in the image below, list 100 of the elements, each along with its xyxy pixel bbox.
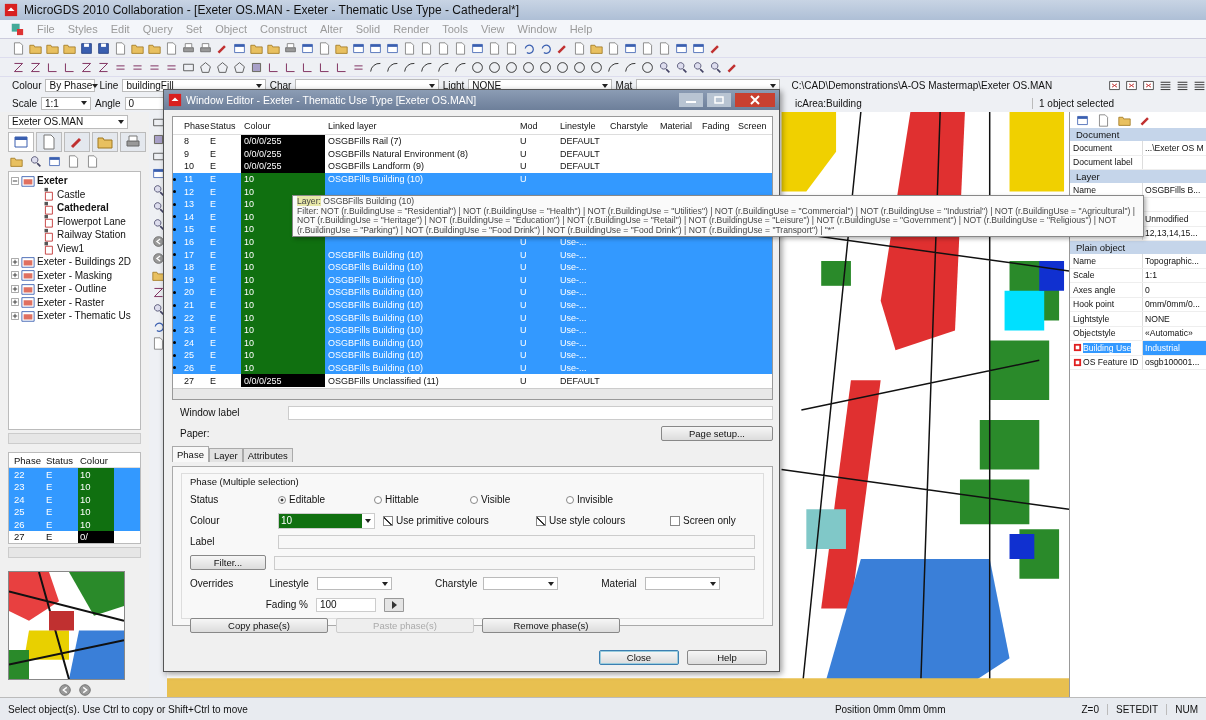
table-cell-text: 10 <box>183 160 195 173</box>
table-cell: Use-... <box>560 287 587 298</box>
table-cell-text: 23 <box>13 481 26 493</box>
table-cell-text: 16 <box>183 236 195 249</box>
table-cell-text: E <box>209 160 217 173</box>
property-value: 0 <box>1145 284 1150 295</box>
table-cell-text: 12 <box>183 185 195 198</box>
table-cell: U <box>520 262 527 273</box>
table-cell-text: E <box>45 481 54 493</box>
table-cell-text: 22 <box>13 468 26 480</box>
table-cell-text: 17 <box>183 248 195 261</box>
table-cell-text: E <box>209 336 217 350</box>
table-cell: 10 <box>241 349 325 362</box>
property-value: ...\Exeter OS M <box>1145 142 1204 153</box>
table-cell: DEFAULT <box>560 375 600 386</box>
property-value: Unmodified <box>1145 213 1189 224</box>
table-cell-text: E <box>209 210 217 224</box>
table-cell: DEFAULT <box>560 148 600 159</box>
table-cell-text: 8 <box>183 135 190 148</box>
scale-label: Scale <box>12 97 37 109</box>
overrides-label: Overrides <box>190 578 235 589</box>
table-cell-text: E <box>209 147 217 161</box>
table-cell: 10 <box>78 518 114 531</box>
table-cell: 10 <box>78 493 114 506</box>
table-cell: U <box>520 287 527 298</box>
table-cell: OSGBFills Building (10) <box>328 325 424 336</box>
table-cell: Use-... <box>560 262 587 273</box>
table-cell-text: E <box>209 311 217 324</box>
table-cell: OSGBFills Building (10) <box>328 337 424 348</box>
status-label: Status <box>190 494 220 505</box>
property-value: NONE <box>1145 313 1170 324</box>
table-cell-text: 20 <box>183 286 195 299</box>
table-cell: 0/0/0/255 <box>241 374 325 387</box>
mat-label: Mat <box>615 80 633 91</box>
colour-label: Colour <box>190 515 221 526</box>
table-cell-text: 14 <box>183 210 195 224</box>
mode-indicator: SETEDIT <box>1107 703 1167 715</box>
table-cell-text: E <box>209 198 217 211</box>
property-value: «Automatic» <box>1145 328 1193 339</box>
table-cell-text: E <box>209 299 217 312</box>
table-cell: 10 <box>241 286 325 299</box>
table-cell-text: 26 <box>13 518 26 530</box>
table-cell: U <box>520 375 527 386</box>
table-cell: OSGBFills Rail (7) <box>328 136 402 147</box>
table-cell-text: E <box>209 374 217 387</box>
property-value: osgb100001... <box>1145 357 1200 368</box>
table-cell: OSGBFills Building (10) <box>328 363 424 373</box>
table-cell: 0/0/0/255 <box>241 135 325 148</box>
property-value: Industrial <box>1145 342 1180 353</box>
table-cell: OSGBFills Building (10) <box>328 300 424 310</box>
table-cell: U <box>520 174 527 185</box>
table-cell-text: E <box>45 518 54 530</box>
override-label: Material <box>601 578 637 589</box>
file-path: C:\CAD\Demonstrations\A-OS Mastermap\Exeter OS.MAN <box>791 80 1054 91</box>
table-cell: 10 <box>241 185 325 198</box>
table-cell-text: E <box>209 236 217 249</box>
table-cell: OSGBFills Building (10) <box>328 174 424 185</box>
table-cell-text: 23 <box>183 324 195 337</box>
table-cell-text: 15 <box>183 223 195 236</box>
table-cell: Use-... <box>560 274 587 285</box>
colour-label: Colour <box>12 80 42 91</box>
window-title: MicroGDS 2010 Collaboration - [Exeter OS.MAN - Exeter - Thematic Use Type - Cathederal*] <box>24 3 520 17</box>
angle-label: Angle <box>95 97 121 109</box>
table-cell-text: 22 <box>183 311 195 324</box>
table-cell: OSGBFills Building (10) <box>328 350 424 361</box>
table-cell: U <box>520 148 527 159</box>
table-cell-text: 27 <box>13 531 26 543</box>
table-cell: Use-... <box>560 350 587 361</box>
table-cell: Use-... <box>560 325 587 336</box>
table-cell: OSGBFills Building (10) <box>328 249 424 260</box>
table-cell-text: 11 <box>183 173 195 186</box>
table-cell-text: E <box>45 493 54 505</box>
table-cell-text: E <box>209 261 217 274</box>
table-cell: OSGBFills Building (10) <box>328 262 424 273</box>
table-cell: U <box>520 325 527 336</box>
table-cell-text: 24 <box>183 336 195 350</box>
table-cell: Use-... <box>560 312 587 323</box>
context-text: icArea:Building <box>795 97 863 109</box>
table-cell-text: 19 <box>183 273 195 287</box>
table-cell: DEFAULT <box>560 136 600 147</box>
table-cell: OSGBFills Building (10) <box>328 274 424 285</box>
table-cell: 10 <box>241 311 325 324</box>
table-cell: Use-... <box>560 249 587 260</box>
line-label: Line <box>99 80 119 91</box>
property-value: 12,13,14,15... <box>1145 228 1198 239</box>
table-cell: DEFAULT <box>560 161 600 172</box>
table-cell: U <box>520 312 527 323</box>
table-cell: U <box>520 136 527 147</box>
dialog-title: Window Editor - Exeter - Thematic Use Type [Exeter OS.MAN] <box>186 94 478 106</box>
table-cell-text: E <box>209 324 217 337</box>
selection-count: 1 object selected <box>1032 97 1206 109</box>
table-cell: 10 <box>78 468 114 481</box>
table-cell-text: E <box>209 173 217 186</box>
status-prompt: Select object(s). Use Ctrl to copy or Shift+Ctrl to move <box>7 703 249 715</box>
table-cell: OSGBFills Building (10) <box>328 287 424 298</box>
table-cell: Use-... <box>560 337 587 348</box>
table-cell-text: E <box>209 362 217 375</box>
table-cell-text: E <box>45 468 54 480</box>
property-value: OSGBFills B... <box>1145 184 1201 195</box>
table-cell: 0/0/0/255 <box>241 160 325 173</box>
